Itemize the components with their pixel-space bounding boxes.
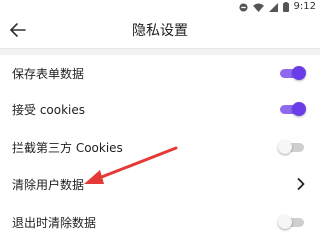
toggle-thumb: [278, 215, 292, 229]
block-third-party-cookies-toggle[interactable]: [278, 140, 304, 154]
toggle-thumb: [278, 140, 292, 154]
setting-block-third-party-cookies[interactable]: 拦截第三方 Cookies: [0, 128, 320, 166]
setting-clear-data-on-exit[interactable]: 退出时清除数据: [0, 203, 320, 241]
setting-label: 清除用户数据: [12, 177, 85, 192]
setting-label: 退出时清除数据: [12, 215, 97, 230]
setting-label: 保存表单数据: [12, 66, 85, 81]
setting-accept-cookies[interactable]: 接受 cookies: [0, 90, 320, 128]
toggle-thumb: [292, 102, 306, 116]
wifi-icon: [252, 2, 264, 12]
battery-icon: [282, 2, 289, 12]
setting-clear-user-data[interactable]: 清除用户数据: [0, 165, 320, 203]
chevron-right-icon: [296, 177, 306, 191]
app-bar: 隐私设置: [0, 14, 320, 48]
status-bar: 9:12: [0, 0, 320, 14]
page-title: 隐私设置: [132, 23, 188, 39]
status-icons: 9:12: [238, 0, 320, 14]
setting-label: 接受 cookies: [12, 102, 86, 117]
signal-icon: [268, 2, 278, 12]
accept-cookies-toggle[interactable]: [280, 102, 306, 116]
clear-data-on-exit-toggle[interactable]: [278, 215, 304, 229]
status-time: 9:12: [293, 1, 316, 12]
toggle-thumb: [292, 66, 306, 80]
save-form-data-toggle[interactable]: [280, 66, 306, 80]
minus-circle-icon: [238, 2, 248, 12]
setting-label: 拦截第三方 Cookies: [12, 140, 123, 155]
setting-save-form-data[interactable]: 保存表单数据: [0, 54, 320, 92]
